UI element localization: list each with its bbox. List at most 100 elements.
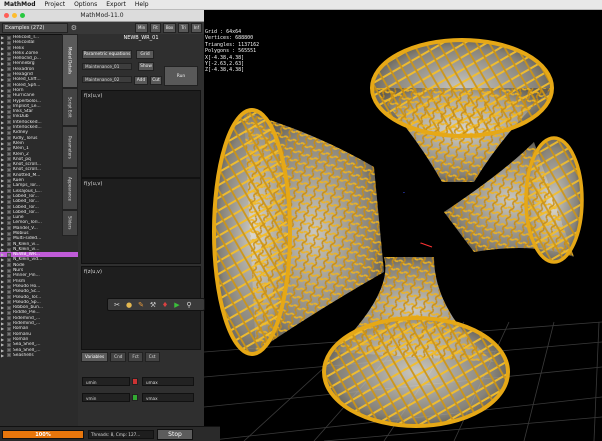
- model-icon: [7, 305, 11, 310]
- model-icon: [7, 157, 11, 162]
- model-icon: [7, 295, 11, 300]
- model-icon: [7, 136, 11, 141]
- list-item-label: Seashells: [13, 352, 34, 358]
- tab-appearance[interactable]: Appearance: [62, 168, 78, 210]
- run-button[interactable]: Run: [164, 66, 198, 86]
- fy-editor[interactable]: f(y(u,v): [81, 178, 201, 264]
- menu-app[interactable]: MathMod: [4, 1, 36, 8]
- model-icon: [7, 342, 11, 347]
- model-icon: [7, 226, 11, 231]
- model-icon: [7, 130, 11, 135]
- parametric-equations-button[interactable]: Parametric equations: [82, 50, 132, 59]
- tab-parameters[interactable]: Parameters: [62, 126, 78, 168]
- model-icon: [7, 72, 11, 77]
- model-icon: [7, 67, 11, 72]
- model-icon: [7, 205, 11, 210]
- fz-label: f(z(u,v): [84, 269, 102, 275]
- model-icon: [7, 141, 11, 146]
- menu-bar: MathMod Project Options Export Help: [0, 0, 602, 10]
- model-icon: [7, 109, 11, 114]
- box-button[interactable]: Box: [162, 23, 177, 33]
- show-button[interactable]: Show: [138, 62, 154, 71]
- model-icon: [7, 146, 11, 151]
- model-icon: [7, 35, 11, 40]
- stat-vertices: Vertices: 688800: [205, 35, 254, 42]
- pin-icon[interactable]: ♦: [161, 301, 169, 309]
- grid-button[interactable]: Grid: [136, 50, 154, 59]
- menu-project[interactable]: Project: [45, 1, 66, 8]
- model-icon: [7, 168, 11, 173]
- vmin-field[interactable]: vmin: [82, 393, 130, 402]
- fit-button[interactable]: Fit: [150, 23, 161, 33]
- tab-model-details[interactable]: Model Details: [62, 34, 78, 88]
- tab-fct[interactable]: Fct: [128, 352, 143, 362]
- umax-field[interactable]: umax: [142, 377, 194, 386]
- umin-marker: [132, 378, 138, 385]
- umin-field[interactable]: umin: [82, 377, 130, 386]
- arrow-icon[interactable]: ▶: [173, 301, 181, 309]
- model-icon: [7, 210, 11, 215]
- 3d-viewport[interactable]: [204, 22, 602, 441]
- min-button[interactable]: Min: [135, 23, 149, 33]
- model-icon: [7, 268, 11, 273]
- inf-button[interactable]: Inf: [190, 23, 202, 33]
- tab-variables[interactable]: Variables: [81, 352, 109, 362]
- tab-sliders[interactable]: Sliders: [62, 210, 78, 236]
- view-toolbar: Min Fit Box Tri Inf: [78, 22, 204, 34]
- model-icon: [7, 263, 11, 268]
- model-icon: [7, 120, 11, 125]
- model-icon: [7, 215, 11, 220]
- window-titlebar: MathMod-11.0: [0, 10, 204, 22]
- stat-z-range: Z[-4.38,4.38]: [205, 67, 245, 74]
- model-icon: [7, 83, 11, 88]
- model-icon: [7, 221, 11, 226]
- slider-maintenance-1[interactable]: Maintenance_01: [82, 63, 132, 70]
- status-text: Threads: 8, Cmp: 127...: [88, 430, 154, 439]
- model-icon: [7, 152, 11, 157]
- model-icon: [7, 236, 11, 241]
- model-icon: [7, 332, 11, 337]
- surface-render[interactable]: [204, 22, 602, 441]
- vmin-marker: [132, 394, 138, 401]
- model-icon: [7, 56, 11, 61]
- tab-cst[interactable]: Cst: [144, 352, 160, 362]
- model-icon: [7, 242, 11, 247]
- palette-icon[interactable]: ●: [125, 301, 133, 309]
- list-item[interactable]: ▶ Seashells: [0, 353, 79, 358]
- floating-toolbar: ✂ ● ✎ ⚒ ♦ ▶ ⚲: [107, 298, 205, 311]
- menu-export[interactable]: Export: [106, 1, 126, 8]
- vmax-field[interactable]: vmax: [142, 393, 194, 402]
- model-icon: [7, 173, 11, 178]
- brush-icon[interactable]: ✎: [137, 301, 145, 309]
- window-title: MathMod-11.0: [80, 12, 124, 19]
- model-icon: [7, 194, 11, 199]
- model-icon: [7, 162, 11, 167]
- menu-options[interactable]: Options: [74, 1, 97, 8]
- cut-button[interactable]: Cut: [150, 76, 162, 85]
- tri-button[interactable]: Tri: [178, 23, 189, 33]
- wrench-icon[interactable]: ⚒: [149, 301, 157, 309]
- examples-combo[interactable]: Examples (272): [2, 23, 68, 33]
- model-icon: [7, 78, 11, 83]
- menu-help[interactable]: Help: [135, 1, 149, 8]
- model-icon: [7, 104, 11, 109]
- model-icon: [7, 284, 11, 289]
- model-icon: [7, 115, 11, 120]
- search-icon[interactable]: ⚲: [185, 301, 193, 309]
- model-icon: [7, 51, 11, 56]
- stat-polygons: Polygons : 565551: [205, 48, 257, 55]
- tab-script-edit[interactable]: Script Edit: [62, 88, 78, 126]
- stop-button[interactable]: Stop: [157, 429, 193, 440]
- left-funnel: [212, 108, 384, 356]
- model-icon: [7, 326, 11, 331]
- model-icon: [7, 247, 11, 252]
- slider-maintenance-2[interactable]: Maintenance_02: [82, 76, 132, 83]
- tab-cnd[interactable]: Cnd: [110, 352, 127, 362]
- fy-label: f(y(u,v): [84, 181, 103, 187]
- fx-editor[interactable]: f(x(u,v): [81, 90, 201, 178]
- scissors-icon[interactable]: ✂: [113, 301, 121, 309]
- model-icon: [7, 337, 11, 342]
- model-icon: [7, 46, 11, 51]
- gear-icon[interactable]: ⚙: [71, 24, 77, 32]
- add-button[interactable]: Add: [134, 76, 148, 85]
